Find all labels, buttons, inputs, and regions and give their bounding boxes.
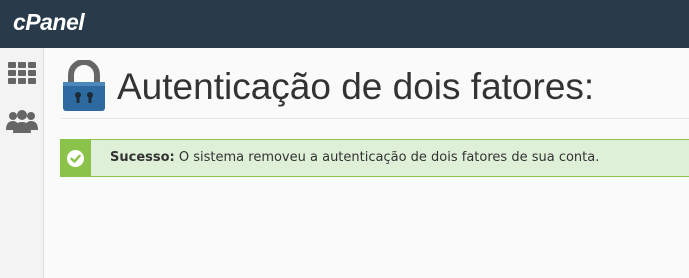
sidebar <box>0 48 44 278</box>
alert-status-strip <box>61 140 91 176</box>
alert-label: Sucesso: <box>110 150 175 165</box>
check-circle-icon <box>67 150 84 167</box>
success-alert: Sucesso: O sistema removeu a autenticaçã… <box>60 139 689 177</box>
users-icon[interactable] <box>5 108 39 134</box>
top-navbar: cPanel <box>0 0 689 48</box>
main-content: Autenticação de dois fatores: Sucesso: O… <box>44 48 689 278</box>
alert-body: O sistema removeu a autenticação de dois… <box>174 150 600 165</box>
alert-message: Sucesso: O sistema removeu a autenticaçã… <box>110 150 599 165</box>
page-title: Autenticação de dois fatores: <box>117 66 595 107</box>
cpanel-logo[interactable]: cPanel <box>13 9 85 36</box>
lock-icon <box>61 59 107 112</box>
title-divider <box>61 118 689 119</box>
grid-icon[interactable] <box>7 60 37 86</box>
